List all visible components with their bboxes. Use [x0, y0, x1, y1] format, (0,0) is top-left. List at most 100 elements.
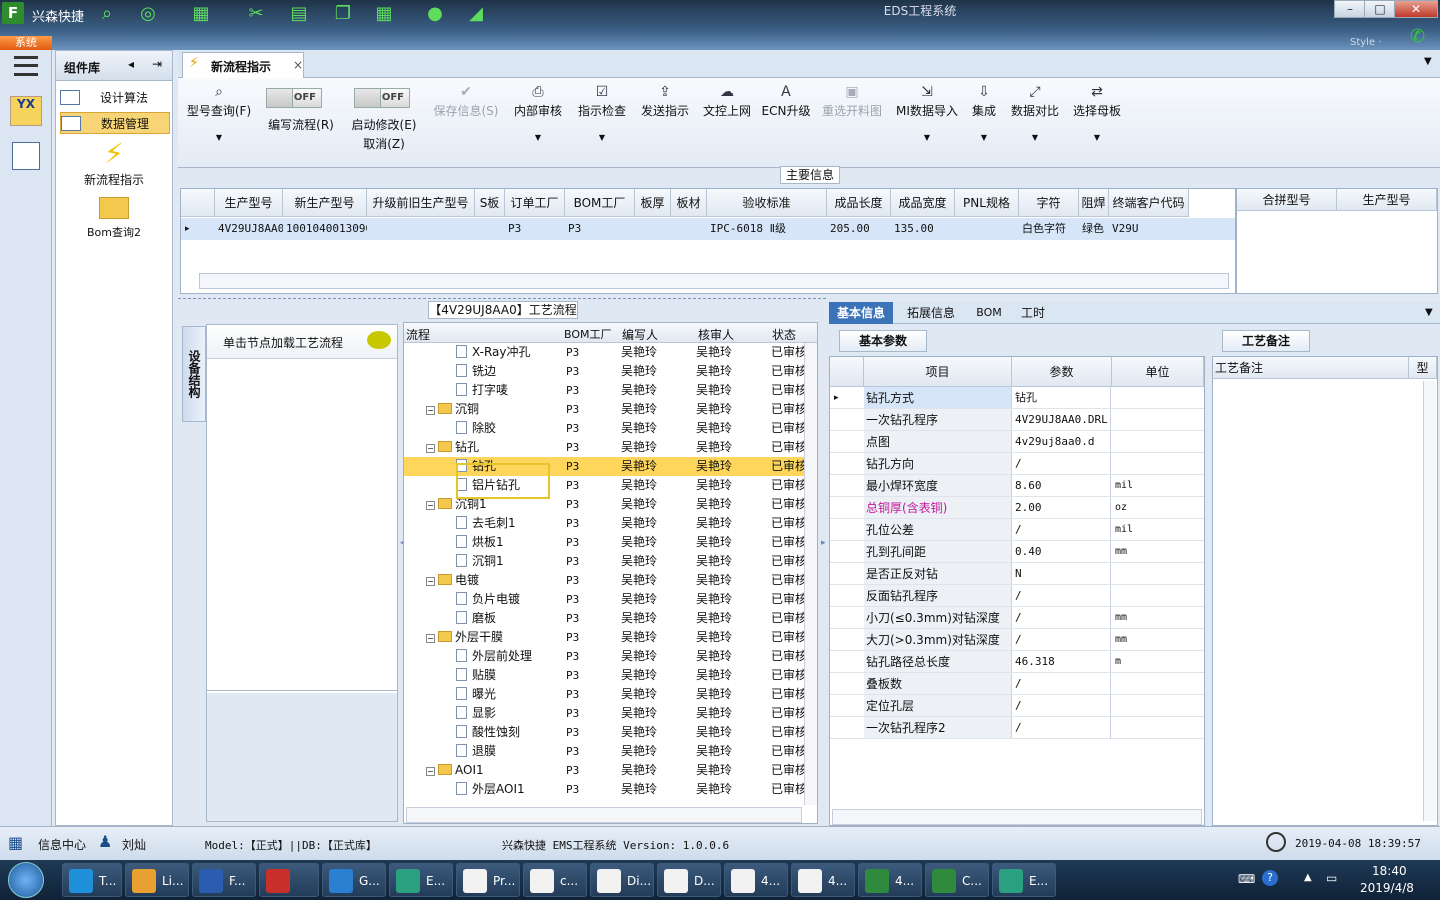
menu-icon[interactable] — [14, 56, 38, 76]
param-value[interactable]: / — [1013, 519, 1111, 540]
main-info-cell[interactable]: V29U — [1109, 218, 1189, 240]
tree-node[interactable]: 磨板 — [456, 609, 496, 628]
tree-row[interactable]: 负片电镀 P3 吴艳玲 吴艳玲 已审核 — [404, 590, 804, 609]
tree-row[interactable]: − 钻孔 P3 吴艳玲 吴艳玲 已审核 — [404, 438, 804, 457]
tree-row[interactable]: − AOI1 P3 吴艳玲 吴艳玲 已审核 — [404, 761, 804, 780]
param-row[interactable]: 叠板数 / — [830, 673, 1204, 695]
collapse-icon[interactable]: − — [426, 634, 435, 643]
tab-equipment-structure[interactable]: 设备结构 — [182, 326, 206, 422]
tab-close-icon[interactable]: × — [293, 58, 303, 72]
tree-row[interactable]: 显影 P3 吴艳玲 吴艳玲 已审核 — [404, 704, 804, 723]
main-info-cell[interactable]: 绿色 — [1079, 218, 1109, 240]
maximize-button[interactable]: □ — [1364, 0, 1396, 18]
param-row[interactable]: 钻孔方向 / — [830, 453, 1204, 475]
main-info-cell[interactable] — [955, 218, 1019, 240]
main-info-col-header[interactable]: S板 — [475, 189, 505, 217]
tree-row[interactable]: − 沉铜 P3 吴艳玲 吴艳玲 已审核 — [404, 400, 804, 419]
param-row[interactable]: 点图 4v29uj8aa0.d — [830, 431, 1204, 453]
taskbar-item[interactable]: D... — [657, 863, 721, 897]
tree-node[interactable]: − 沉铜 — [426, 400, 479, 419]
main-info-col-header[interactable]: 板厚 — [635, 189, 671, 217]
main-info-cell[interactable] — [367, 218, 475, 240]
tab-basic-params[interactable]: 基本参数 — [839, 330, 927, 352]
ecn-upgrade-button[interactable]: Ａ ECN升级 — [760, 82, 812, 162]
network-icon[interactable]: ▭ — [1326, 871, 1337, 885]
tree-node[interactable]: 去毛刺1 — [456, 514, 516, 533]
param-row[interactable]: 定位孔层 / — [830, 695, 1204, 717]
main-info-col-header[interactable]: 新生产型号 — [283, 189, 367, 217]
calculator-icon[interactable] — [12, 142, 40, 170]
model-query-button[interactable]: ⌕ 型号查询(F) ▼ — [184, 82, 254, 162]
chart-icon[interactable]: ◢ — [463, 2, 489, 26]
param-row[interactable]: 最小焊环宽度 8.60 mil — [830, 475, 1204, 497]
param-row[interactable]: 一次钻孔程序 4V29UJ8AA0.DRL — [830, 409, 1204, 431]
taskbar-item[interactable]: G... — [322, 863, 386, 897]
param-hscroll[interactable] — [832, 809, 1202, 825]
tree-hscroll[interactable] — [406, 807, 802, 823]
collapse-icon[interactable]: − — [426, 444, 435, 453]
tab-bom[interactable]: BOM — [969, 302, 1009, 324]
minimize-button[interactable]: – — [1334, 0, 1366, 18]
tree-row[interactable]: 除胶 P3 吴艳玲 吴艳玲 已审核 — [404, 419, 804, 438]
param-row[interactable]: 反面钻孔程序 / — [830, 585, 1204, 607]
tree-row[interactable]: 曝光 P3 吴艳玲 吴艳玲 已审核 — [404, 685, 804, 704]
scissors-icon[interactable]: ✂ — [243, 2, 269, 26]
send-instruction-button[interactable]: ⇪ 发送指示 — [637, 82, 693, 162]
main-info-row[interactable]: ▸ 4V29UJ8AA010010400130900 P3P3 IPC-6018 Ⅱ… — [181, 218, 1235, 240]
main-info-cell[interactable] — [635, 218, 671, 240]
main-info-col-header[interactable]: 生产型号 — [215, 189, 283, 217]
tree-row[interactable]: 磨板 P3 吴艳玲 吴艳玲 已审核 — [404, 609, 804, 628]
taskbar-item[interactable]: E... — [389, 863, 453, 897]
film-icon[interactable]: ▤ — [286, 2, 312, 26]
main-info-cell[interactable]: IPC-6018 Ⅱ级 — [707, 218, 827, 240]
tree-node[interactable]: 铣边 — [456, 362, 496, 381]
param-value[interactable]: 钻孔 — [1013, 387, 1111, 408]
main-info-hscroll[interactable] — [199, 273, 1229, 289]
main-info-cell[interactable]: 10010400130900 — [283, 218, 367, 240]
tab-work-hours[interactable]: 工时 — [1013, 302, 1053, 324]
main-info-cell[interactable]: 白色字符 — [1019, 218, 1079, 240]
tray-date[interactable]: 2019/4/8 — [1360, 881, 1414, 895]
tree-node[interactable]: 显影 — [456, 704, 496, 723]
tab-dropdown-icon[interactable]: ▼ — [1425, 307, 1433, 318]
param-row[interactable]: 一次钻孔程序2/ — [830, 717, 1204, 739]
search-icon[interactable]: ⌕ — [94, 2, 120, 26]
param-row[interactable]: 孔到孔间距 0.40 mm — [830, 541, 1204, 563]
tree-row[interactable]: 外层前处理 P3 吴艳玲 吴艳玲 已审核 — [404, 647, 804, 666]
main-info-col-header[interactable]: 终端客户代码 — [1109, 189, 1189, 217]
taskbar-item[interactable]: Pr... — [456, 863, 520, 897]
comp-item-design-algo[interactable]: 设计算法 — [60, 87, 170, 109]
main-info-col-header[interactable]: 升级前旧生产型号 — [367, 189, 475, 217]
internal-review-button[interactable]: ⎙ 内部审核 ▼ — [510, 82, 566, 162]
param-row[interactable]: 孔位公差 / mil — [830, 519, 1204, 541]
reselect-cutting-button[interactable]: ▣ 重选开料图 — [818, 82, 886, 162]
style-label[interactable]: Style · — [1350, 37, 1381, 48]
tree-node[interactable]: − 钻孔 — [426, 438, 479, 457]
doc-upload-button[interactable]: ☁ 文控上网 — [699, 82, 755, 162]
tree-node[interactable]: 负片电镀 — [456, 590, 520, 609]
param-value[interactable]: 46.318 — [1013, 651, 1111, 672]
collapse-icon[interactable]: − — [426, 767, 435, 776]
taskbar-item[interactable] — [259, 863, 319, 897]
param-row[interactable]: 钻孔路径总长度 46.318 m — [830, 651, 1204, 673]
tree-row[interactable]: 打字唛 P3 吴艳玲 吴艳玲 已审核 — [404, 381, 804, 400]
main-info-col-header[interactable]: 验收标准 — [707, 189, 827, 217]
tree-vscroll[interactable] — [804, 343, 817, 805]
tab-basic-info[interactable]: 基本信息 — [829, 302, 893, 324]
tab-process-remarks[interactable]: 工艺备注 — [1222, 330, 1310, 352]
mi-import-button[interactable]: ⇲ MI数据导入 ▼ — [892, 82, 962, 162]
tree-row[interactable]: − 外层干膜 P3 吴艳玲 吴艳玲 已审核 — [404, 628, 804, 647]
taskbar-item[interactable]: 4... — [858, 863, 922, 897]
tray-time[interactable]: 18:40 — [1372, 864, 1407, 878]
windows-grid-icon[interactable]: ▦ — [8, 833, 23, 852]
main-info-col-header[interactable]: 订单工厂 — [505, 189, 565, 217]
param-row[interactable]: 总铜厚(含表铜) 2.00 oz — [830, 497, 1204, 519]
tree-row[interactable]: X-Ray冲孔 P3 吴艳玲 吴艳玲 已审核 — [404, 343, 804, 362]
tree-node[interactable]: − 外层干膜 — [426, 628, 503, 647]
main-info-cell[interactable]: P3 — [565, 218, 635, 240]
tree-node[interactable]: 酸性蚀刻 — [456, 723, 520, 742]
write-process-toggle[interactable]: OFF — [266, 88, 322, 108]
help-icon[interactable]: ? — [1262, 870, 1278, 886]
main-info-cell[interactable]: 205.00 — [827, 218, 891, 240]
tree-node[interactable]: 除胶 — [456, 419, 496, 438]
